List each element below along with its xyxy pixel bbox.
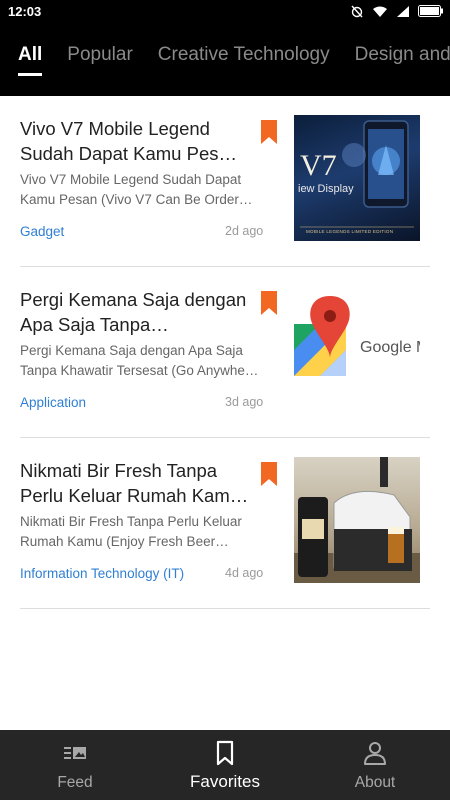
article-thumbnail[interactable] (294, 457, 420, 583)
article-age: 2d ago (225, 224, 264, 238)
article-description: Vivo V7 Mobile Legend Sudah Dapat Kamu P… (20, 172, 253, 207)
article-card[interactable]: Pergi Kemana Saja dengan Apa Saja Tanpa…… (20, 267, 430, 438)
nav-about[interactable]: About (300, 730, 450, 800)
nav-favorites[interactable]: Favorites (150, 730, 300, 800)
article-category[interactable]: Information Technology (IT) (20, 566, 184, 581)
bookmark-icon (216, 740, 234, 766)
article-description: Pergi Kemana Saja dengan Apa Saja Tanpa … (20, 343, 259, 378)
alarm-off-icon (351, 5, 363, 18)
nav-about-label: About (354, 774, 396, 791)
article-title[interactable]: Nikmati Bir Fresh Tanpa Perlu Keluar Rum… (20, 458, 252, 508)
feed-icon (64, 747, 86, 759)
bookmark-icon[interactable] (261, 291, 277, 315)
status-icons (350, 4, 444, 18)
wifi-icon (373, 6, 387, 17)
tab-popular[interactable]: Popular (67, 44, 133, 76)
article-thumbnail[interactable]: Google M (294, 286, 420, 412)
tab-design[interactable]: Design and (355, 44, 450, 76)
tab-all[interactable]: All (18, 44, 43, 76)
article-title[interactable]: Vivo V7 Mobile Legend Sudah Dapat Kamu P… (20, 116, 252, 166)
nav-feed-label: Feed (57, 774, 93, 791)
bookmark-icon[interactable] (261, 120, 277, 144)
article-category[interactable]: Application (20, 395, 86, 410)
article-description: Nikmati Bir Fresh Tanpa Perlu Keluar Rum… (20, 514, 242, 549)
battery-icon (418, 5, 443, 17)
article-age: 4d ago (225, 566, 264, 580)
person-icon (364, 742, 386, 765)
signal-icon (397, 5, 409, 17)
thumb-google-text: Google M (360, 339, 420, 356)
status-bar: 12:03 (0, 0, 450, 24)
beer-machine-image (294, 457, 420, 583)
tab-creative-technology[interactable]: Creative Technology (158, 44, 330, 76)
bottom-navigation: Feed Favorites About (0, 730, 450, 800)
article-card[interactable]: Vivo V7 Mobile Legend Sudah Dapat Kamu P… (20, 96, 430, 267)
bookmark-icon[interactable] (261, 462, 277, 486)
article-thumbnail[interactable]: V7 iew Display MOBILE LEGENDS LIMITED ED… (294, 115, 420, 241)
article-age: 3d ago (225, 395, 264, 409)
article-title[interactable]: Pergi Kemana Saja dengan Apa Saja Tanpa… (20, 287, 252, 337)
thumb-display-text: iew Display (298, 183, 354, 195)
thumb-model-text: V7 (300, 149, 337, 182)
article-list: Vivo V7 Mobile Legend Sudah Dapat Kamu P… (0, 96, 450, 609)
nav-favorites-label: Favorites (190, 772, 260, 791)
article-category[interactable]: Gadget (20, 224, 64, 239)
thumb-caption-text: MOBILE LEGENDS LIMITED EDITION (306, 229, 394, 234)
nav-feed[interactable]: Feed (0, 730, 150, 800)
category-tab-bar: All Popular Creative Technology Design a… (0, 24, 450, 96)
article-card[interactable]: Nikmati Bir Fresh Tanpa Perlu Keluar Rum… (20, 438, 430, 609)
status-time: 12:03 (8, 4, 42, 19)
